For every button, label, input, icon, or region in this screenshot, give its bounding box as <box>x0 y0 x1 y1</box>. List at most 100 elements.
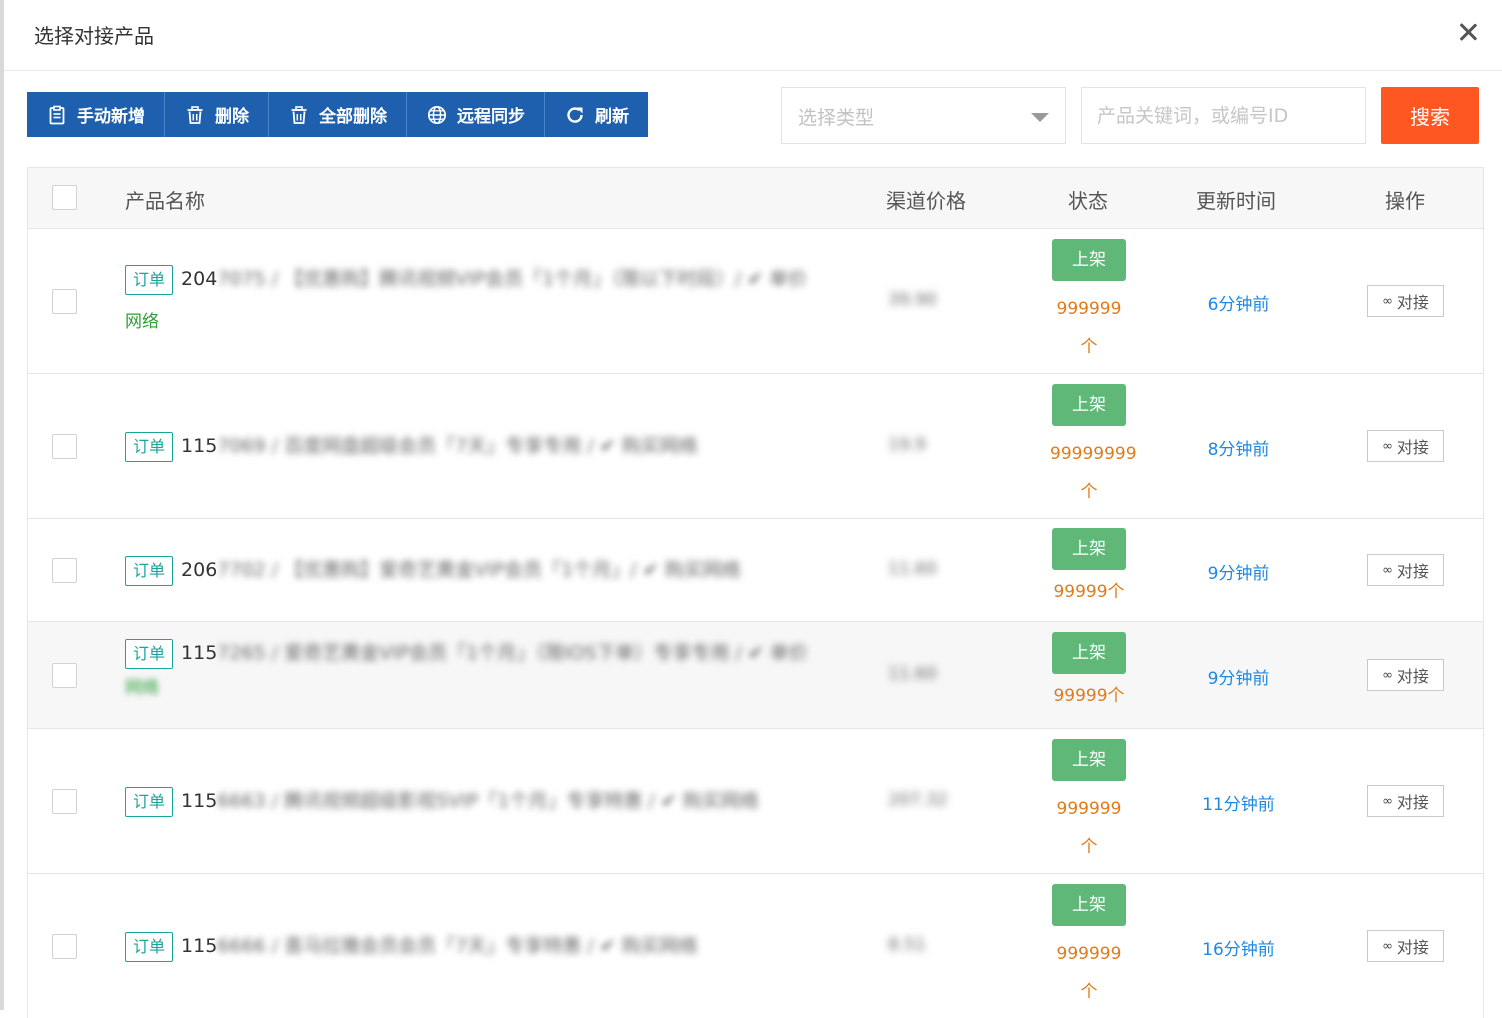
refresh-button[interactable]: 刷新 <box>545 92 648 137</box>
connect-label: 对接 <box>1396 293 1429 312</box>
product-name-blurred: 7265 / 爱奇艺黄金VIP会员「1个月」（限IOS下单）专享专用 / ✔ 单… <box>217 642 808 664</box>
manual-add-button[interactable]: 手动新增 <box>27 92 165 137</box>
status-badge[interactable]: 上架 <box>1052 632 1126 674</box>
status-cell: 上架 999999 个 <box>1050 884 1128 1002</box>
product-category: 网络 <box>125 678 159 698</box>
refresh-icon <box>565 105 585 125</box>
channel-price: 207.32 <box>888 790 948 810</box>
product-category: 网络 <box>125 312 159 332</box>
updated-time: 11分钟前 <box>1202 795 1275 815</box>
manual-add-label: 手动新增 <box>77 107 145 127</box>
connect-button[interactable]: ∞ 对接 <box>1367 285 1444 317</box>
product-id: 204 <box>181 268 218 290</box>
delete-label: 删除 <box>215 107 249 127</box>
toolbar: 手动新增 删除 全部删除 远程同步 刷新 <box>27 92 648 137</box>
select-all-checkbox[interactable] <box>52 185 77 210</box>
stock-count: 999999 <box>1056 944 1122 964</box>
channel-price: 8.51 <box>888 935 926 955</box>
status-badge[interactable]: 上架 <box>1052 239 1126 281</box>
status-cell: 上架 999999 个 <box>1050 739 1128 857</box>
connect-button[interactable]: ∞ 对接 <box>1367 785 1444 817</box>
row-checkbox[interactable] <box>52 789 77 814</box>
connect-button[interactable]: ∞ 对接 <box>1367 659 1444 691</box>
delete-all-button[interactable]: 全部删除 <box>269 92 407 137</box>
channel-price: 19.9 <box>888 435 926 455</box>
status-cell: 上架 99999个 <box>1050 528 1128 602</box>
link-icon: ∞ <box>1382 438 1393 454</box>
product-name: 订单 1157069 / 百度网盘超级会员「7天」专享专用 / ✔ 购买网络 <box>125 425 845 468</box>
link-icon: ∞ <box>1382 793 1393 809</box>
row-checkbox[interactable] <box>52 434 77 459</box>
header-name: 产品名称 <box>125 189 205 213</box>
row-checkbox[interactable] <box>52 558 77 583</box>
link-icon: ∞ <box>1382 293 1393 309</box>
dialog-title: 选择对接产品 <box>34 24 154 48</box>
type-select-placeholder: 选择类型 <box>798 107 875 129</box>
status-badge[interactable]: 上架 <box>1052 884 1126 926</box>
order-tag: 订单 <box>125 264 174 295</box>
product-id: 115 <box>181 790 218 812</box>
channel-price: 11.60 <box>888 664 937 684</box>
connect-button[interactable]: ∞ 对接 <box>1367 930 1444 962</box>
product-name: 订单 1157265 / 爱奇艺黄金VIP会员「1个月」（限IOS下单）专享专用 … <box>125 632 845 710</box>
stock-unit: 个 <box>1107 582 1125 602</box>
table-header: 产品名称 渠道价格 状态 更新时间 操作 <box>28 168 1483 229</box>
header-time: 更新时间 <box>1196 189 1276 213</box>
close-icon[interactable] <box>1454 16 1482 48</box>
header-price: 渠道价格 <box>886 189 966 213</box>
row-checkbox[interactable] <box>52 289 77 314</box>
product-name-blurred: 7075 / 【优惠购】腾讯视频VIP会员「1个月」（限以下时段）/ ✔ 单价 <box>217 268 808 290</box>
order-tag: 订单 <box>125 786 174 817</box>
product-name: 订单 2047075 / 【优惠购】腾讯视频VIP会员「1个月」（限以下时段）/ … <box>125 258 845 344</box>
status-cell: 上架 999999 个 <box>1050 239 1128 357</box>
order-tag: 订单 <box>125 638 174 669</box>
status-cell: 上架 99999个 <box>1050 632 1128 706</box>
channel-price: 11.60 <box>888 559 937 579</box>
product-name: 订单 2067702 / 【优惠购】爱奇艺黄金VIP会员「1个月」/ ✔ 购买网络 <box>125 549 845 592</box>
table-row: 订单 1157265 / 爱奇艺黄金VIP会员「1个月」（限IOS下单）专享专用 … <box>28 622 1483 729</box>
table-row: 订单 1156663 / 腾讯视频超级影视SVIP「1个月」专享特惠 / ✔ 购买… <box>28 729 1483 874</box>
product-id: 115 <box>181 435 218 457</box>
row-checkbox[interactable] <box>52 663 77 688</box>
stock-unit: 个 <box>1080 337 1098 357</box>
caret-down-icon <box>1031 113 1049 122</box>
keyword-input[interactable] <box>1081 87 1366 144</box>
connect-label: 对接 <box>1396 562 1429 581</box>
link-icon: ∞ <box>1382 938 1393 954</box>
row-checkbox[interactable] <box>52 934 77 959</box>
stock-value: 99999 <box>1053 582 1108 602</box>
stock-unit: 个 <box>1107 686 1125 706</box>
stock-value: 99999 <box>1053 686 1108 706</box>
stock-count: 99999个 <box>1030 582 1148 602</box>
type-select[interactable]: 选择类型 <box>781 87 1066 144</box>
product-name-blurred: 7702 / 【优惠购】爱奇艺黄金VIP会员「1个月」/ ✔ 购买网络 <box>217 559 741 581</box>
trash-icon <box>289 105 309 125</box>
stock-unit: 个 <box>1080 482 1098 502</box>
status-badge[interactable]: 上架 <box>1052 739 1126 781</box>
product-name-blurred: 6666 / 喜马拉雅会员会员「7天」专享特惠 / ✔ 购买网络 <box>217 935 698 957</box>
connect-button[interactable]: ∞ 对接 <box>1367 554 1444 586</box>
product-id: 115 <box>181 935 218 957</box>
search-button[interactable]: 搜索 <box>1381 87 1479 144</box>
stock-unit: 个 <box>1080 982 1098 1002</box>
stock-count: 99999个 <box>1030 686 1148 706</box>
updated-time: 6分钟前 <box>1207 295 1270 315</box>
status-badge[interactable]: 上架 <box>1052 384 1126 426</box>
globe-icon <box>427 105 447 125</box>
connect-label: 对接 <box>1396 438 1429 457</box>
status-badge[interactable]: 上架 <box>1052 528 1126 570</box>
product-table: 产品名称 渠道价格 状态 更新时间 操作 订单 2047075 / 【优惠购】腾讯… <box>27 167 1484 1018</box>
delete-button[interactable]: 删除 <box>165 92 269 137</box>
order-tag: 订单 <box>125 431 174 462</box>
updated-time: 16分钟前 <box>1202 940 1275 960</box>
order-tag: 订单 <box>125 931 174 962</box>
order-tag: 订单 <box>125 555 174 586</box>
header-op: 操作 <box>1385 189 1425 213</box>
connect-button[interactable]: ∞ 对接 <box>1367 430 1444 462</box>
stock-count: 999999 <box>1056 299 1122 319</box>
delete-all-label: 全部删除 <box>319 107 387 127</box>
backdrop-edge <box>0 0 4 1010</box>
link-icon: ∞ <box>1382 667 1393 683</box>
remote-sync-button[interactable]: 远程同步 <box>407 92 545 137</box>
header-status: 状态 <box>1068 189 1108 213</box>
